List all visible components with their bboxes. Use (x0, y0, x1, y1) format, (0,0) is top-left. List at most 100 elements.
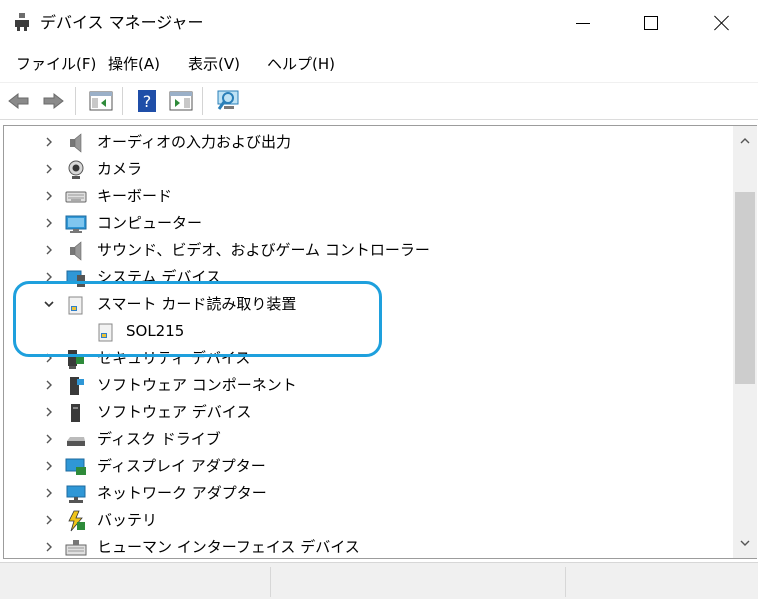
computer-icon (65, 215, 87, 233)
chevron-right-icon[interactable] (44, 164, 54, 174)
chevron-down-icon (740, 540, 750, 546)
status-pane-divider (270, 567, 271, 597)
maximize-icon (644, 16, 658, 30)
chevron-right-icon[interactable] (44, 434, 54, 444)
chevron-right-icon[interactable] (44, 488, 54, 498)
tree-item-label: ヒューマン インターフェイス デバイス (97, 538, 360, 556)
vertical-scrollbar[interactable] (733, 126, 757, 558)
software-component-icon (70, 377, 84, 395)
tree-item-sound-video-game[interactable]: サウンド、ビデオ、およびゲーム コントローラー (4, 237, 731, 264)
chevron-up-icon (740, 138, 750, 144)
minimize-button[interactable] (555, 0, 611, 46)
chevron-right-icon[interactable] (44, 272, 54, 282)
tree-item-label: ディスク ドライブ (97, 430, 221, 448)
chevron-right-icon[interactable] (44, 353, 54, 363)
disk-drive-icon (67, 437, 85, 446)
status-pane-divider (565, 567, 566, 597)
keyboard-icon (65, 191, 87, 203)
display-adapter-icon (65, 458, 86, 475)
minimize-icon (576, 22, 590, 24)
tree-item-smart-card-readers[interactable]: スマート カード読み取り装置 (4, 291, 731, 318)
maximize-button[interactable] (623, 0, 679, 46)
action-pane-icon (169, 91, 193, 111)
tree-item-security-devices[interactable]: セキュリティ デバイス (4, 345, 731, 372)
action-pane-button[interactable] (168, 88, 194, 114)
help-button[interactable]: ? (134, 88, 160, 114)
tree-item-label: サウンド、ビデオ、およびゲーム コントローラー (97, 241, 430, 259)
camera-icon (68, 160, 84, 179)
forward-button[interactable] (40, 88, 66, 114)
tree-item-disk-drives[interactable]: ディスク ドライブ (4, 426, 731, 453)
smart-card-reader-icon (98, 323, 113, 342)
device-tree: オーディオの入力および出力 カメラ キーボード コンピューター サウンド、ビデオ… (4, 126, 731, 558)
chevron-right-icon[interactable] (44, 218, 54, 228)
toolbar-separator (202, 87, 203, 115)
tree-item-label: キーボード (97, 187, 173, 205)
show-hide-tree-button[interactable] (88, 88, 114, 114)
tree-item-label: スマート カード読み取り装置 (97, 295, 297, 313)
chevron-right-icon[interactable] (44, 245, 54, 255)
menu-view[interactable]: 表示(V) (186, 54, 242, 74)
close-icon (714, 15, 730, 31)
tree-item-keyboard[interactable]: キーボード (4, 183, 731, 210)
window-title: デバイス マネージャー (40, 13, 204, 32)
chevron-right-icon[interactable] (44, 380, 54, 390)
tree-item-label: SOL215 (126, 322, 185, 340)
software-device-icon (71, 404, 80, 422)
help-icon: ? (138, 90, 156, 112)
scrollbar-thumb[interactable] (735, 192, 755, 384)
chevron-right-icon[interactable] (44, 461, 54, 471)
scan-hardware-icon (217, 90, 239, 110)
tree-item-label: システム デバイス (97, 268, 221, 286)
menu-action[interactable]: 操作(A) (106, 54, 162, 74)
system-device-icon (66, 270, 85, 287)
tree-item-sol215[interactable]: SOL215 (4, 318, 731, 345)
show-hide-console-tree-icon (89, 91, 113, 111)
scan-hardware-button[interactable] (216, 88, 242, 114)
chevron-right-icon[interactable] (44, 191, 54, 201)
close-button[interactable] (694, 0, 750, 46)
tree-item-label: ネットワーク アダプター (97, 484, 267, 502)
tree-item-network-adapters[interactable]: ネットワーク アダプター (4, 480, 731, 507)
chevron-right-icon[interactable] (44, 137, 54, 147)
svg-text:?: ? (143, 92, 152, 111)
chevron-right-icon[interactable] (44, 407, 54, 417)
tree-item-label: ソフトウェア デバイス (97, 403, 252, 421)
tree-item-label: ソフトウェア コンポーネント (97, 376, 297, 394)
status-bar (0, 562, 758, 599)
toolbar: ? (0, 83, 758, 120)
title-bar: デバイス マネージャー (0, 0, 758, 46)
chevron-down-icon[interactable] (44, 299, 54, 309)
sound-controller-icon (70, 241, 82, 261)
scroll-down-button[interactable] (733, 531, 757, 555)
speaker-icon (70, 133, 82, 153)
tree-item-camera[interactable]: カメラ (4, 156, 731, 183)
tree-item-battery[interactable]: バッテリ (4, 507, 731, 534)
tree-item-system-devices[interactable]: システム デバイス (4, 264, 731, 291)
network-adapter-icon (66, 485, 86, 503)
tree-item-label: セキュリティ デバイス (97, 349, 251, 367)
scroll-up-button[interactable] (733, 129, 757, 153)
menu-file[interactable]: ファイル(F) (14, 54, 98, 74)
smart-card-reader-icon (68, 296, 83, 315)
tree-item-hid[interactable]: ヒューマン インターフェイス デバイス (4, 534, 731, 558)
back-arrow-icon (8, 92, 29, 110)
toolbar-separator (75, 87, 76, 115)
tree-item-audio-io[interactable]: オーディオの入力および出力 (4, 129, 731, 156)
device-tree-panel: オーディオの入力および出力 カメラ キーボード コンピューター サウンド、ビデオ… (3, 125, 757, 559)
tree-item-software-devices[interactable]: ソフトウェア デバイス (4, 399, 731, 426)
back-button[interactable] (6, 88, 32, 114)
tree-item-label: オーディオの入力および出力 (97, 133, 291, 151)
chevron-right-icon[interactable] (44, 515, 54, 525)
forward-arrow-icon (43, 92, 64, 110)
tree-item-computer[interactable]: コンピューター (4, 210, 731, 237)
tree-item-label: ディスプレイ アダプター (97, 457, 266, 475)
tree-item-software-components[interactable]: ソフトウェア コンポーネント (4, 372, 731, 399)
tree-item-label: コンピューター (97, 214, 203, 232)
tree-item-label: バッテリ (97, 511, 158, 529)
menu-bar: ファイル(F) 操作(A) 表示(V) ヘルプ(H) (0, 46, 758, 83)
security-device-icon (68, 350, 84, 369)
menu-help[interactable]: ヘルプ(H) (265, 54, 337, 74)
tree-item-display-adapters[interactable]: ディスプレイ アダプター (4, 453, 731, 480)
chevron-right-icon[interactable] (44, 542, 54, 552)
